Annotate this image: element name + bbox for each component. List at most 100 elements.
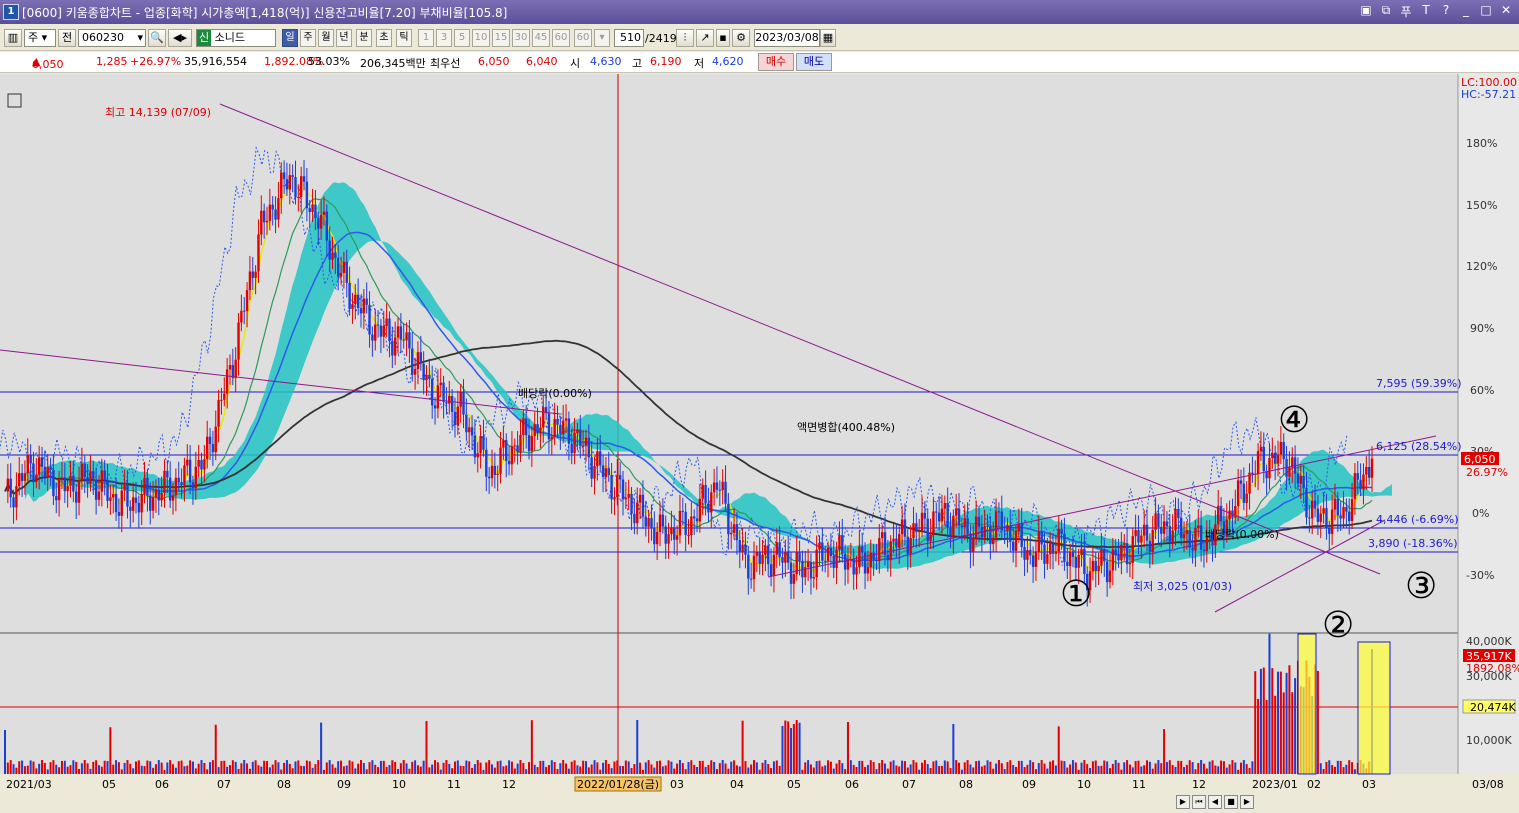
copy-icon[interactable]: ⧉ [1379, 3, 1393, 20]
scroll-controls[interactable]: ▶ ⏮ ◀ ■ ▶ [1176, 795, 1254, 809]
candle-body [909, 538, 912, 554]
indicator-icon[interactable]: ↗ [696, 29, 714, 47]
volume-bar [1103, 760, 1106, 774]
help-icon[interactable]: ? [1439, 3, 1453, 20]
candle-body [704, 484, 707, 504]
layout-icon[interactable]: ▥ [4, 29, 22, 47]
period-second[interactable]: 초 [376, 29, 392, 47]
date-input[interactable]: 2023/03/08 [754, 29, 820, 47]
volume-bar [909, 764, 912, 774]
sound-icon[interactable]: ◀▸ [168, 29, 192, 47]
volume-bar [362, 763, 365, 774]
minute-10[interactable]: 10 [472, 29, 490, 47]
volume-bar [940, 765, 943, 774]
window-number-icon[interactable]: 1 [3, 4, 19, 20]
candle-body [1194, 527, 1197, 551]
scroll-play-icon[interactable]: ◀ [1208, 795, 1222, 809]
maximize-button[interactable]: □ [1479, 3, 1493, 20]
close-button[interactable]: ✕ [1499, 3, 1513, 20]
candle-body [1165, 521, 1169, 527]
candle-body [206, 436, 209, 460]
period-month[interactable]: 월 [318, 29, 334, 47]
minute-5[interactable]: 5 [454, 29, 470, 47]
volume-bar [781, 725, 784, 774]
vol-tick: 40,000K [1466, 635, 1512, 648]
candle-body [411, 348, 414, 375]
minute-custom[interactable]: 60 [574, 29, 592, 47]
volume-bar [1083, 760, 1086, 774]
volume-highlight-1 [1297, 633, 1317, 775]
link-icon[interactable]: ▣ [1359, 3, 1373, 20]
period-day[interactable]: 일 [282, 29, 298, 47]
candle-body [257, 234, 260, 272]
volume-bar [1171, 765, 1174, 774]
volume-bar [391, 760, 394, 774]
volume-bar [1271, 668, 1274, 774]
gear-icon[interactable]: ⚙ [732, 29, 750, 47]
minute-15[interactable]: 15 [492, 29, 510, 47]
scroll-prev-icon[interactable]: ⏮ [1192, 795, 1206, 809]
window-title: [0600] 키움종합차트 - 업종[화학] 시가총액[1,418(억)] 신용… [22, 6, 508, 20]
period-type-select[interactable]: 주 ▾ [24, 29, 56, 47]
minimize-button[interactable]: _ [1459, 3, 1473, 20]
scroll-first-icon[interactable]: ▶ [1176, 795, 1190, 809]
price-chart[interactable]: 최고 14,139 (07/09) 최저 3,025 (01/03) 액면병합(… [0, 74, 1519, 810]
volume-bar [636, 720, 639, 774]
period-week[interactable]: 주 [300, 29, 316, 47]
period-year[interactable]: 년 [336, 29, 352, 47]
volume-bar [502, 766, 505, 774]
save-icon[interactable]: ▪ [716, 29, 730, 47]
calendar-icon[interactable]: ▦ [820, 29, 836, 47]
stock-name-field[interactable]: 신 소니드 [196, 29, 276, 47]
custom-dropdown[interactable]: ▾ [594, 29, 610, 47]
volume-bar [576, 765, 579, 774]
volume-bar [1063, 761, 1066, 774]
volume-bar [297, 760, 300, 774]
scroll-next-icon[interactable]: ▶ [1240, 795, 1254, 809]
volume-bar [983, 765, 986, 774]
candle-body [613, 497, 616, 500]
pin-icon[interactable]: 푸 [1399, 3, 1413, 20]
font-icon[interactable]: T [1419, 3, 1433, 20]
minute-45[interactable]: 45 [532, 29, 550, 47]
search-icon[interactable]: 🔍 [148, 29, 166, 47]
x-tick-label: 11 [447, 778, 461, 791]
stock-code-input[interactable]: 060230 ▾ [78, 29, 146, 47]
level-label-4: 3,890 (-18.36%) [1368, 537, 1457, 550]
volume-bar [872, 762, 875, 774]
candle-body [507, 460, 511, 465]
minute-60[interactable]: 60 [552, 29, 570, 47]
volume-bar [485, 762, 488, 774]
volume-bar [1245, 764, 1248, 774]
candle-body [1348, 511, 1351, 522]
sell-button[interactable]: 매도 [796, 53, 832, 71]
volume-bar [135, 761, 138, 774]
volume-bar [1259, 668, 1262, 774]
candle-body [1174, 508, 1177, 531]
scroll-stop-icon[interactable]: ■ [1224, 795, 1238, 809]
volume-bar [832, 768, 835, 774]
candle-body [280, 172, 283, 199]
candle-body [405, 332, 408, 341]
volume-bar [434, 760, 437, 774]
candle-body [972, 537, 975, 553]
chart-area[interactable]: 최고 14,139 (07/09) 최저 3,025 (01/03) 액면병합(… [0, 74, 1519, 810]
volume-bar [664, 765, 667, 774]
candle-body [20, 473, 24, 481]
volume-bar [408, 768, 411, 774]
minute-30[interactable]: 30 [512, 29, 530, 47]
prev-button[interactable]: 전 [58, 29, 76, 47]
period-minute[interactable]: 분 [356, 29, 372, 47]
minute-3[interactable]: 3 [436, 29, 452, 47]
count-input[interactable]: 510 [614, 29, 644, 47]
open-price: 4,630 [590, 55, 622, 68]
volume-bar [818, 760, 821, 774]
volume-bar [1254, 671, 1257, 774]
x-tick-label: 04 [730, 778, 744, 791]
candle-body [917, 530, 921, 533]
minute-1[interactable]: 1 [418, 29, 434, 47]
period-tick[interactable]: 틱 [396, 29, 412, 47]
buy-button[interactable]: 매수 [758, 53, 794, 71]
candle-icon[interactable]: ⫶ [676, 29, 694, 47]
volume-bar [97, 765, 100, 774]
